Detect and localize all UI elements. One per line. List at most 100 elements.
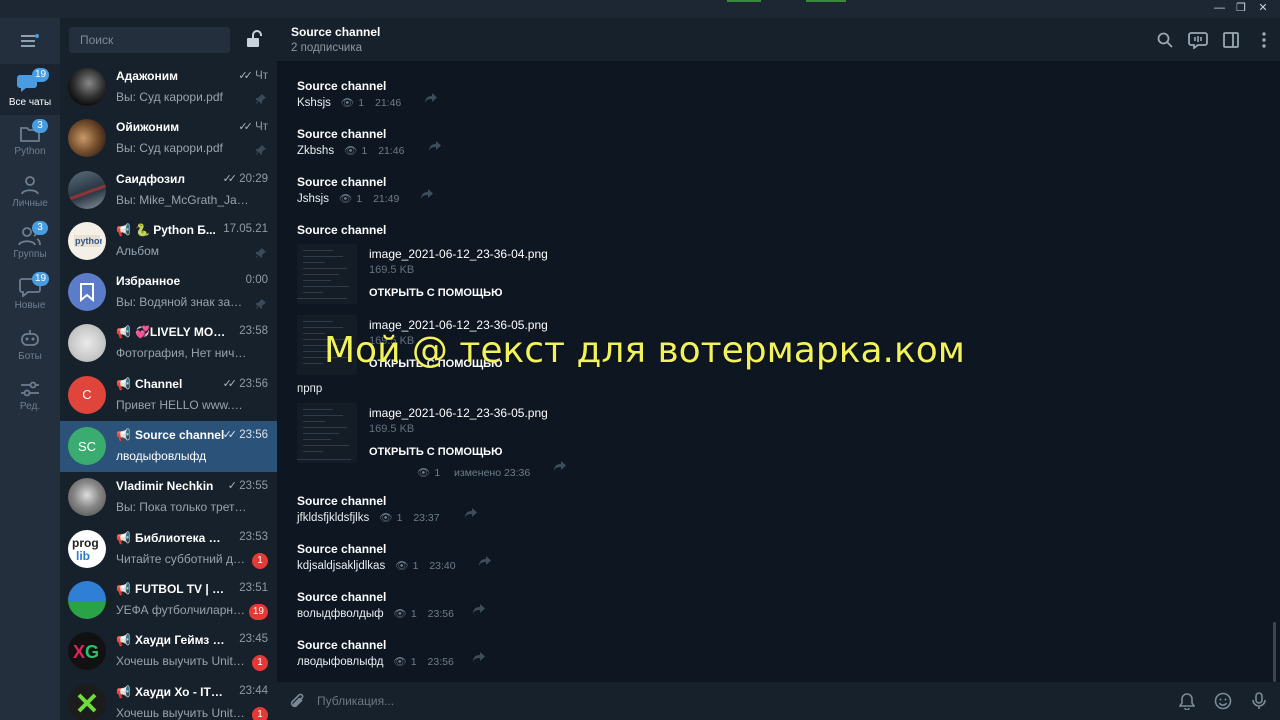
- live-stream-icon[interactable]: [1181, 31, 1214, 49]
- sidebar-toggle-icon[interactable]: [1214, 32, 1247, 48]
- folder-bots[interactable]: Боты: [0, 319, 60, 370]
- folder-label: Ред.: [19, 400, 41, 412]
- view-count: 1: [410, 655, 417, 668]
- chat-preview: Вы: Суд карори.pdf: [116, 90, 223, 104]
- more-options-icon[interactable]: [1247, 32, 1280, 48]
- message[interactable]: Source channel jfkldsfjkldsfjlks 👁 1 23:3…: [297, 494, 440, 524]
- forward-icon[interactable]: [429, 139, 441, 154]
- open-with-button[interactable]: ОТКРЫТЬ С ПОМОЩЬЮ: [369, 446, 502, 458]
- main-menu-button[interactable]: [0, 18, 60, 64]
- message-author: Source channel: [297, 494, 387, 508]
- message-text: Kshsjs: [297, 96, 331, 109]
- emoji-icon[interactable]: [1214, 692, 1232, 713]
- folder-all-chats[interactable]: 19 Все чаты: [0, 64, 60, 115]
- chat-item[interactable]: XG 📢Хауди Геймз - Ге... 23:45 Хочешь выу…: [60, 626, 277, 677]
- double-check-icon: ✓✓: [238, 121, 253, 134]
- window-controls: — ❐ ✕: [1214, 1, 1268, 15]
- folder-groups[interactable]: 3 Группы: [0, 217, 60, 268]
- folder-rail: 19 Все чаты 3 Python Личные 3 Группы 19 …: [0, 18, 60, 720]
- megaphone-icon: 📢: [116, 581, 131, 596]
- chat-preview: Вы: Пока только третий пун...: [116, 500, 249, 515]
- chat-item-active[interactable]: SC 📢 Source channel ✓✓ 23:56 лводыфовлыфд: [60, 421, 277, 473]
- forward-icon[interactable]: [554, 459, 566, 474]
- chat-item[interactable]: 📢Хауди Хо - IT юмо... 23:44 Хочешь выучи…: [60, 678, 277, 720]
- message[interactable]: Source channel kdjsaldjsakljdlkas 👁 1 23:…: [297, 542, 456, 572]
- chat-item[interactable]: Саидфозил ✓✓ 20:29 Вы: Mike_McGrath_Java…: [60, 165, 277, 216]
- avatar: [68, 580, 106, 619]
- chat-item[interactable]: 📢💞LIVELY MOMEN... 23:58 Фотография, Нет …: [60, 318, 277, 369]
- file-attachment[interactable]: image_2021-06-12_23-36-04.png 169.5 KB О…: [297, 244, 567, 304]
- chat-item[interactable]: Избранное 0:00 Вы: Водяной знак задан...: [60, 267, 277, 318]
- avatar: [68, 683, 106, 720]
- file-attachment[interactable]: image_2021-06-12_23-36-05.png 169.5 KB О…: [297, 403, 567, 463]
- forward-icon[interactable]: [473, 650, 485, 665]
- folder-personal[interactable]: Личные: [0, 166, 60, 217]
- avatar: XG: [68, 632, 106, 671]
- message[interactable]: Source channel волыдфволдыф 👁 1 23:56: [297, 590, 454, 620]
- avatar: SC: [68, 427, 106, 466]
- chat-time: 23:44: [239, 684, 268, 697]
- message[interactable]: Source channel Kshsjs 👁 1 21:46: [297, 79, 401, 109]
- message-input[interactable]: [317, 690, 1117, 712]
- chat-item[interactable]: proglib 📢Библиотека прог... 23:53 Читайт…: [60, 524, 277, 575]
- message[interactable]: Source channel лводыфовлыфд 👁 1 23:56: [297, 638, 454, 668]
- pin-icon: [255, 246, 266, 261]
- message[interactable]: Source channel Jshsjs 👁 1 21:49: [297, 175, 399, 205]
- microphone-icon[interactable]: [1252, 692, 1266, 713]
- sliders-icon: [21, 381, 39, 396]
- forward-icon[interactable]: [421, 187, 433, 202]
- message[interactable]: Source channel: [297, 223, 386, 237]
- avatar: [68, 324, 106, 363]
- chat-item[interactable]: Vladimir Nechkin ✓ 23:55 Вы: Пока только…: [60, 472, 277, 523]
- chat-time: ✓ 23:55: [227, 480, 268, 493]
- notifications-bell-icon[interactable]: [1178, 692, 1196, 713]
- chat-preview: Вы: Mike_McGrath_Java_i...: [116, 192, 249, 207]
- header-actions: [1148, 18, 1280, 62]
- search-input[interactable]: [69, 27, 230, 53]
- avatar: [68, 478, 106, 517]
- subscriber-count: 2 подписчика: [291, 42, 363, 54]
- chat-item[interactable]: Адажоним ✓✓ Чт Вы: Суд карори.pdf: [60, 62, 277, 113]
- chat-preview: Вы: Суд карори.pdf: [116, 141, 223, 156]
- chat-name: 📢Библиотека прог...: [116, 530, 226, 545]
- folder-new[interactable]: 19 Новые: [0, 268, 60, 319]
- chat-list-panel: Адажоним ✓✓ Чт Вы: Суд карори.pdf Ойижон…: [60, 18, 277, 720]
- folder-badge: 19: [32, 68, 50, 82]
- avatar: C: [68, 375, 106, 414]
- chat-item[interactable]: Ойижоним ✓✓ Чт Вы: Суд карори.pdf: [60, 113, 277, 164]
- message-author: Source channel: [297, 79, 387, 93]
- chat-name: Саидфозил: [116, 171, 185, 186]
- restore-icon[interactable]: ❐: [1236, 1, 1246, 15]
- file-thumbnail[interactable]: [297, 403, 357, 463]
- views-icon: 👁: [417, 467, 431, 479]
- album-meta: 👁 1 изменено 23:36: [417, 464, 530, 480]
- folder-label: Группы: [13, 248, 47, 260]
- file-thumbnail[interactable]: [297, 244, 357, 304]
- folder-badge: 19: [32, 272, 50, 286]
- forward-icon[interactable]: [473, 602, 485, 617]
- chat-header[interactable]: Source channel 2 подписчика: [277, 18, 1280, 62]
- minimize-icon[interactable]: —: [1214, 1, 1225, 15]
- folder-edit[interactable]: Ред.: [0, 370, 60, 421]
- open-with-button[interactable]: ОТКРЫТЬ С ПОМОЩЬЮ: [369, 287, 502, 299]
- views-icon: 👁: [395, 560, 409, 572]
- search-icon[interactable]: [1148, 32, 1181, 48]
- forward-icon[interactable]: [479, 554, 491, 569]
- scrollbar[interactable]: [1273, 622, 1276, 682]
- chat-time: 23:45: [239, 633, 268, 646]
- megaphone-icon: 📢: [116, 222, 131, 237]
- chat-time: 23:58: [239, 325, 268, 338]
- forward-icon[interactable]: [465, 506, 477, 521]
- folder-python[interactable]: 3 Python: [0, 115, 60, 166]
- forward-icon[interactable]: [425, 91, 437, 106]
- chat-item[interactable]: 📢FUTBOL TV | EUR... 23:51 УЕФА футболчил…: [60, 575, 277, 626]
- message[interactable]: Source channel Zkbshs 👁 1 21:46: [297, 127, 404, 157]
- unlock-icon[interactable]: [246, 30, 262, 51]
- watermark-text: Мой @ текст для вотермарка.ком: [324, 330, 965, 371]
- chat-preview: Вы: Водяной знак задан...: [116, 295, 249, 310]
- attach-icon[interactable]: [289, 692, 305, 713]
- chat-item[interactable]: python 📢 🐍 Python Б... 17.05.21 Альбом: [60, 216, 277, 267]
- chat-item[interactable]: C 📢 Channel ✓✓ 23:56 Привет HELLO www.pyt…: [60, 370, 277, 421]
- close-icon[interactable]: ✕: [1258, 1, 1268, 15]
- message-history[interactable]: Source channel Kshsjs 👁 1 21:46 Source ch…: [277, 62, 1280, 682]
